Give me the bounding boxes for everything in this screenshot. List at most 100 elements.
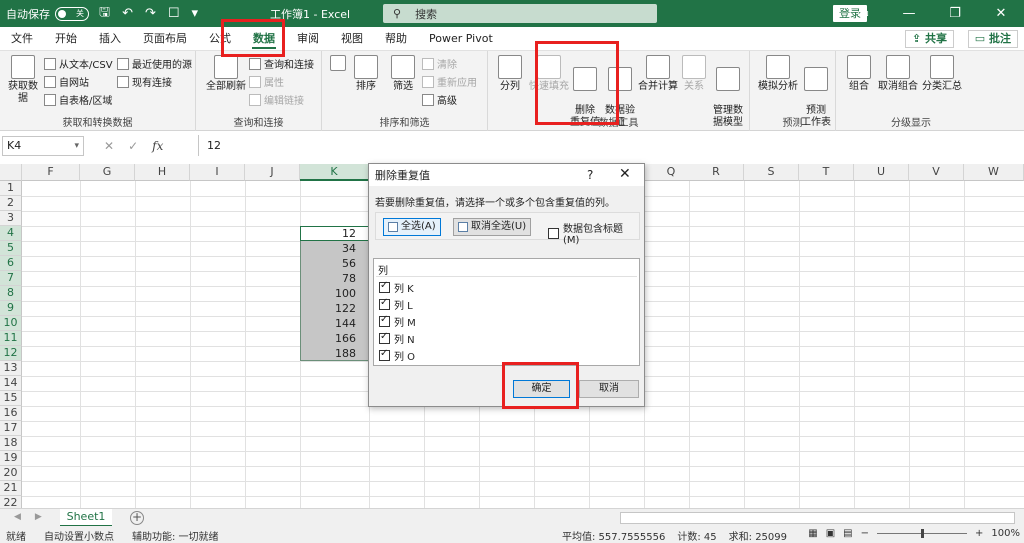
clear-button[interactable]: 清除 bbox=[422, 56, 457, 71]
column-header[interactable]: G bbox=[80, 164, 135, 181]
redo-icon[interactable]: ↷ bbox=[145, 6, 156, 21]
help-icon[interactable]: ? bbox=[587, 168, 593, 182]
sheet-tab-sheet1[interactable]: Sheet1 bbox=[60, 509, 112, 527]
row-header[interactable]: 17 bbox=[0, 421, 22, 436]
tab-home[interactable]: 开始 bbox=[44, 27, 88, 51]
column-header[interactable]: I bbox=[190, 164, 245, 181]
text-to-columns-button[interactable]: 分列 bbox=[496, 55, 524, 93]
consolidate-button[interactable]: 合并计算 bbox=[636, 55, 680, 93]
row-header[interactable]: 21 bbox=[0, 481, 22, 496]
select-all-button[interactable]: 全选(A) bbox=[383, 218, 441, 236]
recent-sources-button[interactable]: 最近使用的源 bbox=[117, 56, 192, 71]
insert-function-icon[interactable]: fx bbox=[152, 139, 163, 153]
row-header[interactable]: 4 bbox=[0, 226, 22, 241]
row-header[interactable]: 2 bbox=[0, 196, 22, 211]
status-accessibility[interactable]: 辅助功能: 一切就绪 bbox=[132, 528, 219, 543]
ribbon-options-icon[interactable]: ▭ bbox=[840, 6, 886, 21]
column-checkbox-k[interactable]: 列 K bbox=[379, 280, 414, 295]
column-header[interactable]: W bbox=[964, 164, 1024, 181]
from-table-button[interactable]: 自表格/区域 bbox=[44, 92, 112, 107]
sort-button[interactable]: 排序 bbox=[352, 55, 380, 93]
select-all-corner[interactable] bbox=[0, 164, 22, 181]
row-header[interactable]: 13 bbox=[0, 361, 22, 376]
row-header[interactable]: 3 bbox=[0, 211, 22, 226]
ungroup-button[interactable]: 取消组合 bbox=[876, 55, 920, 93]
relationships-button[interactable]: 关系 bbox=[680, 55, 708, 93]
share-button[interactable]: ⇪ 共享 bbox=[904, 30, 954, 48]
column-checkbox-m[interactable]: 列 M bbox=[379, 314, 416, 329]
column-checkbox-l[interactable]: 列 L bbox=[379, 297, 413, 312]
row-header[interactable]: 15 bbox=[0, 391, 22, 406]
row-header[interactable]: 22 bbox=[0, 496, 22, 508]
from-text-csv-button[interactable]: 从文本/CSV bbox=[44, 56, 113, 71]
comment-button[interactable]: ▭ 批注 bbox=[967, 30, 1018, 48]
row-header[interactable]: 12 bbox=[0, 346, 22, 361]
column-checkbox-n[interactable]: 列 N bbox=[379, 331, 415, 346]
column-header[interactable]: J bbox=[245, 164, 300, 181]
page-layout-icon[interactable]: ▣ bbox=[826, 528, 835, 539]
tab-page-layout[interactable]: 页面布局 bbox=[132, 27, 198, 51]
filter-button[interactable]: 筛选 bbox=[388, 55, 418, 93]
row-header[interactable]: 18 bbox=[0, 436, 22, 451]
get-data-button[interactable]: 获取数据 bbox=[6, 55, 40, 105]
row-header[interactable]: 1 bbox=[0, 181, 22, 196]
unselect-all-button[interactable]: 取消全选(U) bbox=[453, 218, 532, 236]
what-if-button[interactable]: 模拟分析 bbox=[756, 55, 800, 93]
properties-button[interactable]: 属性 bbox=[249, 74, 284, 89]
column-checkbox-o[interactable]: 列 O bbox=[379, 348, 415, 363]
cell-k7[interactable]: 78 bbox=[300, 271, 356, 286]
advanced-button[interactable]: 高级 bbox=[422, 92, 457, 107]
column-list[interactable]: 列 列 K 列 L 列 M 列 N 列 O bbox=[373, 258, 640, 366]
tab-help[interactable]: 帮助 bbox=[374, 27, 418, 51]
existing-connections-button[interactable]: 现有连接 bbox=[117, 74, 172, 89]
cancel-entry-icon[interactable]: ✕ bbox=[104, 139, 114, 153]
has-headers-checkbox[interactable]: 数据包含标题(M) bbox=[548, 220, 639, 246]
cell-k11[interactable]: 166 bbox=[300, 331, 356, 346]
column-header[interactable]: U bbox=[854, 164, 909, 181]
subtotal-button[interactable]: 分类汇总 bbox=[920, 55, 964, 93]
page-break-icon[interactable]: ▤ bbox=[843, 528, 852, 539]
row-header[interactable]: 10 bbox=[0, 316, 22, 331]
cancel-button[interactable]: 取消 bbox=[579, 380, 639, 398]
column-header[interactable]: H bbox=[135, 164, 190, 181]
row-header[interactable]: 5 bbox=[0, 241, 22, 256]
group-button[interactable]: 组合 bbox=[844, 55, 874, 93]
formula-input[interactable]: 12 bbox=[198, 135, 1018, 156]
cell-k10[interactable]: 144 bbox=[300, 316, 356, 331]
minimize-icon[interactable]: — bbox=[886, 6, 932, 21]
cell-k8[interactable]: 100 bbox=[300, 286, 356, 301]
row-header[interactable]: 11 bbox=[0, 331, 22, 346]
restore-icon[interactable]: ❐ bbox=[932, 6, 978, 21]
checkbox-icon[interactable]: ☐ bbox=[168, 6, 180, 21]
from-web-button[interactable]: 自网站 bbox=[44, 74, 89, 89]
autosave-toggle[interactable]: 关 bbox=[55, 6, 89, 21]
cell-k12[interactable]: 188 bbox=[300, 346, 356, 361]
refresh-all-button[interactable]: 全部刷新 bbox=[204, 55, 248, 93]
cell-k4[interactable]: 12 bbox=[300, 226, 356, 241]
reapply-button[interactable]: 重新应用 bbox=[422, 74, 477, 89]
row-header[interactable]: 14 bbox=[0, 376, 22, 391]
column-header[interactable]: R bbox=[689, 164, 744, 181]
tab-view[interactable]: 视图 bbox=[330, 27, 374, 51]
row-header[interactable]: 20 bbox=[0, 466, 22, 481]
cell-k9[interactable]: 122 bbox=[300, 301, 356, 316]
save-icon[interactable]: 🖫 bbox=[99, 3, 110, 25]
close-icon[interactable]: ✕ bbox=[978, 6, 1024, 21]
tab-file[interactable]: 文件 bbox=[0, 27, 44, 51]
name-box[interactable]: K4 bbox=[2, 136, 84, 156]
row-header[interactable]: 9 bbox=[0, 301, 22, 316]
row-header[interactable]: 7 bbox=[0, 271, 22, 286]
cell-k5[interactable]: 34 bbox=[300, 241, 356, 256]
zoom-out-icon[interactable]: − bbox=[861, 528, 869, 539]
cell-k6[interactable]: 56 bbox=[300, 256, 356, 271]
normal-view-icon[interactable]: ▦ bbox=[808, 528, 817, 539]
customize-qat-icon[interactable]: ▾ bbox=[192, 6, 199, 21]
confirm-entry-icon[interactable]: ✓ bbox=[128, 139, 138, 153]
close-icon[interactable]: ✕ bbox=[619, 166, 631, 182]
column-header[interactable]: V bbox=[909, 164, 964, 181]
tab-power-pivot[interactable]: Power Pivot bbox=[418, 27, 504, 51]
tab-review[interactable]: 审阅 bbox=[286, 27, 330, 51]
zoom-level[interactable]: 100% bbox=[991, 528, 1020, 539]
tab-insert[interactable]: 插入 bbox=[88, 27, 132, 51]
edit-links-button[interactable]: 编辑链接 bbox=[249, 92, 304, 107]
